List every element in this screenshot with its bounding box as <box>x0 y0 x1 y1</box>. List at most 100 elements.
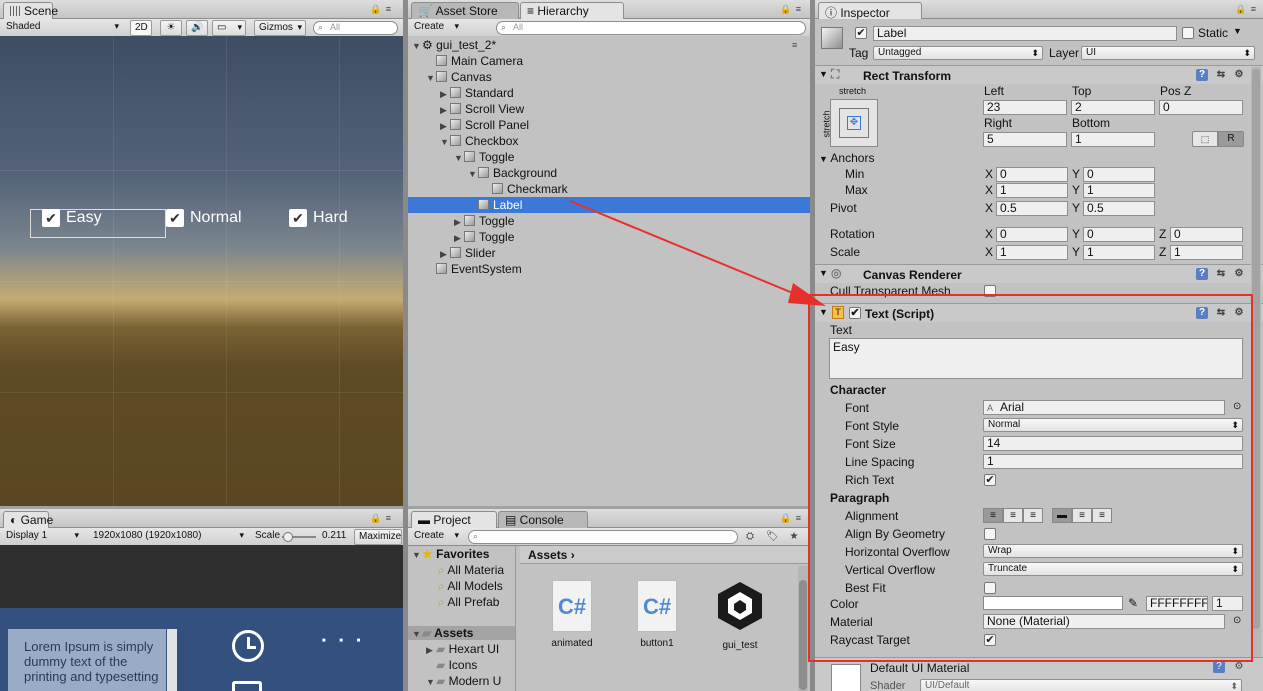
tag-dropdown[interactable]: Untagged <box>873 46 1043 60</box>
gear-icon[interactable]: ⚙ <box>1233 268 1245 280</box>
posz-field[interactable]: 0 <box>1159 100 1243 115</box>
scale-slider-knob[interactable] <box>283 532 293 542</box>
scene-menu-icon[interactable]: ≡ <box>792 37 798 53</box>
default-material-header[interactable]: Default UI Material Shader UI/Default ? … <box>815 657 1263 691</box>
pivot-y[interactable]: 0.5 <box>1083 201 1155 216</box>
hierarchy-search-input[interactable]: ⌕ All <box>496 21 806 35</box>
panel-menu-icon[interactable]: 🔒 ≡ <box>370 4 392 15</box>
panel-menu-icon[interactable]: 🔒 ≡ <box>370 513 392 524</box>
anchor-max-x[interactable]: 1 <box>996 183 1068 198</box>
preset-icon[interactable]: ⇆ <box>1215 69 1227 81</box>
rotation-z[interactable]: 0 <box>1170 227 1243 242</box>
hierarchy-item[interactable]: Checkmark <box>408 181 810 197</box>
collapse-icon[interactable]: ▼ <box>819 69 828 79</box>
expand-down-icon[interactable]: ▼ <box>426 70 436 86</box>
active-checkbox[interactable]: ✔ <box>855 27 867 39</box>
anchor-presets-button[interactable]: ✥ <box>830 99 878 147</box>
resolution-dropdown[interactable]: 1920x1080 (1920x1080) <box>89 529 247 545</box>
raw-edit-button[interactable]: R <box>1218 131 1244 147</box>
scene-root-row[interactable]: ▼⚙ gui_test_2* ≡ <box>408 37 810 53</box>
tab-hierarchy[interactable]: ≡ Hierarchy <box>520 2 624 19</box>
effects-icon[interactable]: ▭ <box>212 20 246 36</box>
2d-toggle-button[interactable]: 2D <box>130 20 152 36</box>
expand-down-icon[interactable]: ▼ <box>454 150 464 166</box>
tab-project[interactable]: ▬ Project <box>411 511 497 528</box>
panel-menu-icon[interactable]: 🔒 ≡ <box>1235 4 1257 15</box>
create-dropdown[interactable]: Create <box>410 529 462 545</box>
panel-menu-icon[interactable]: 🔒 ≡ <box>780 4 802 15</box>
project-breadcrumb[interactable]: Assets › <box>520 546 810 564</box>
scene-toggle-easy[interactable]: ✔ Easy <box>42 209 102 227</box>
shading-dropdown[interactable]: Shaded <box>2 20 122 36</box>
hierarchy-item[interactable]: ▶ Toggle <box>408 229 810 245</box>
tab-inspector[interactable]: ⓘ Inspector <box>818 2 922 20</box>
project-search-input[interactable]: ⌕ <box>468 530 738 544</box>
object-name-field[interactable]: Label <box>873 26 1177 41</box>
rect-transform-header[interactable]: ▼ ⛶ Rect Transform ? ⇆ ⚙ <box>815 65 1263 84</box>
audio-icon[interactable]: 🔊 <box>186 20 208 36</box>
asset-folder[interactable]: ▶ ▰ Hexart UI <box>426 642 499 656</box>
static-checkbox[interactable] <box>1182 27 1194 39</box>
layer-dropdown[interactable]: UI <box>1081 46 1255 60</box>
anchor-max-y[interactable]: 1 <box>1083 183 1155 198</box>
collapse-icon[interactable]: ▼ <box>819 268 828 278</box>
hierarchy-item[interactable]: ▼ Background <box>408 165 810 181</box>
create-dropdown[interactable]: Create <box>410 20 462 36</box>
assets-root[interactable]: ▼▰ Assets <box>408 626 515 640</box>
expand-right-icon[interactable]: ▶ <box>454 214 464 230</box>
hierarchy-item[interactable]: ▼ Toggle <box>408 149 810 165</box>
anchor-min-x[interactable]: 0 <box>996 167 1068 182</box>
gear-icon[interactable]: ⚙ <box>1233 661 1245 673</box>
shader-dropdown[interactable]: UI/Default <box>920 679 1242 691</box>
left-field[interactable]: 23 <box>983 100 1067 115</box>
scale-z[interactable]: 1 <box>1170 245 1243 260</box>
project-scrollbar[interactable] <box>798 566 808 691</box>
maximize-button[interactable]: Maximize <box>354 529 402 545</box>
hierarchy-item[interactable]: EventSystem <box>408 261 810 277</box>
top-field[interactable]: 2 <box>1071 100 1155 115</box>
tab-console[interactable]: ▤ Console <box>498 511 588 528</box>
expand-right-icon[interactable]: ▶ <box>454 230 464 246</box>
rotation-y[interactable]: 0 <box>1083 227 1155 242</box>
expand-down-icon[interactable]: ▼ <box>440 134 450 150</box>
scene-search-input[interactable]: ⌕ All <box>313 21 398 35</box>
hierarchy-item[interactable]: ▶ Standard <box>408 85 810 101</box>
right-field[interactable]: 5 <box>983 132 1067 147</box>
lighting-icon[interactable]: ☀ <box>160 20 182 36</box>
panel-divider[interactable] <box>403 0 408 691</box>
hierarchy-item[interactable]: Label <box>408 197 810 213</box>
hierarchy-item[interactable]: ▶ Scroll View <box>408 101 810 117</box>
scrollbar[interactable] <box>167 629 177 691</box>
tab-scene[interactable]: Scene <box>3 2 58 19</box>
canvas-renderer-header[interactable]: ▼ ◎ Canvas Renderer ? ⇆ ⚙ <box>815 264 1263 283</box>
game-viewport[interactable]: Lorem Ipsum is simply dummy text of the … <box>0 545 403 691</box>
expand-right-icon[interactable]: ▶ <box>440 102 450 118</box>
expand-right-icon[interactable]: ▶ <box>440 86 450 102</box>
asset-folder[interactable]: ▰ Icons <box>436 658 477 672</box>
gizmos-dropdown[interactable]: Gizmos <box>254 20 306 36</box>
hierarchy-item[interactable]: ▶ Toggle <box>408 213 810 229</box>
hierarchy-item[interactable]: ▼ Canvas <box>408 69 810 85</box>
favorite-star-icon[interactable]: ★ <box>788 531 800 543</box>
bottom-field[interactable]: 1 <box>1071 132 1155 147</box>
filter-label-icon[interactable]: 🏷 <box>766 531 779 543</box>
chevron-down-icon[interactable]: ▼ <box>1233 26 1242 36</box>
help-icon[interactable]: ? <box>1196 268 1208 280</box>
expand-right-icon[interactable]: ▶ <box>440 118 450 134</box>
scene-viewport[interactable]: ✔ Easy ✔ Normal ✔ Hard <box>0 36 403 506</box>
hierarchy-item[interactable]: ▶ Scroll Panel <box>408 117 810 133</box>
asset-item[interactable]: C# button1 <box>617 580 697 649</box>
pivot-x[interactable]: 0.5 <box>996 201 1068 216</box>
tab-game[interactable]: ◐ Game <box>3 511 53 528</box>
asset-item[interactable]: C# animated <box>532 580 612 649</box>
preset-icon[interactable]: ⇆ <box>1215 268 1227 280</box>
scale-y[interactable]: 1 <box>1083 245 1155 260</box>
fav-item[interactable]: ⌕ All Models <box>438 579 503 594</box>
panel-menu-icon[interactable]: 🔒 ≡ <box>780 513 802 524</box>
favorites-header[interactable]: ▼★ Favorites <box>412 547 489 561</box>
scale-x[interactable]: 1 <box>996 245 1068 260</box>
scene-toggle-normal[interactable]: ✔ Normal <box>166 209 242 227</box>
hierarchy-item[interactable]: ▶ Slider <box>408 245 810 261</box>
asset-item[interactable]: gui_test <box>700 640 780 651</box>
filter-type-icon[interactable]: ⛭ <box>744 531 756 543</box>
